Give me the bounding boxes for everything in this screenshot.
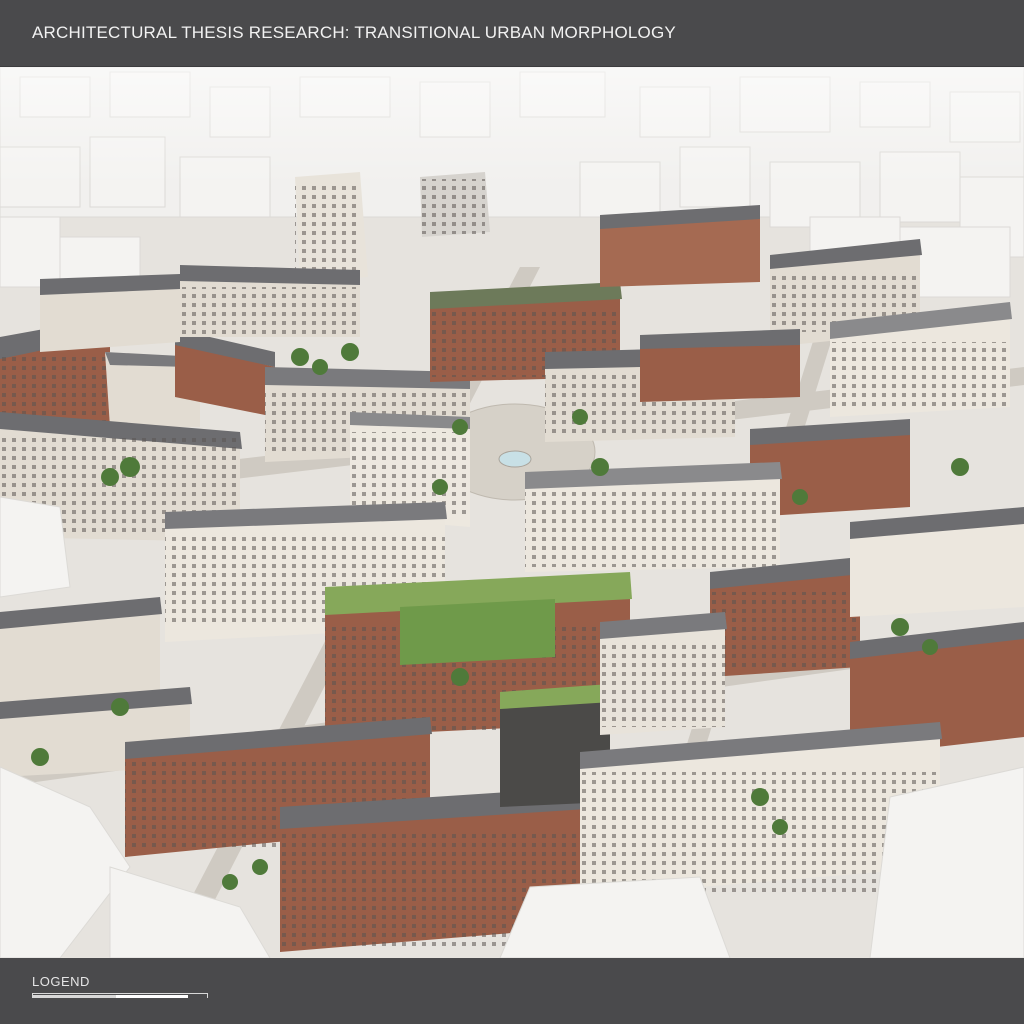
footer-bar: LOGEND <box>0 958 1024 1024</box>
scale-bar-icon <box>32 993 208 998</box>
board-title: ARCHITECTURAL THESIS RESEARCH: TRANSITIO… <box>32 23 676 42</box>
presentation-board: ARCHITECTURAL THESIS RESEARCH: TRANSITIO… <box>0 0 1024 1024</box>
header-bar: ARCHITECTURAL THESIS RESEARCH: TRANSITIO… <box>0 0 1024 67</box>
aerial-city-model-image <box>0 67 1024 958</box>
legend-title: LOGEND <box>32 974 90 989</box>
